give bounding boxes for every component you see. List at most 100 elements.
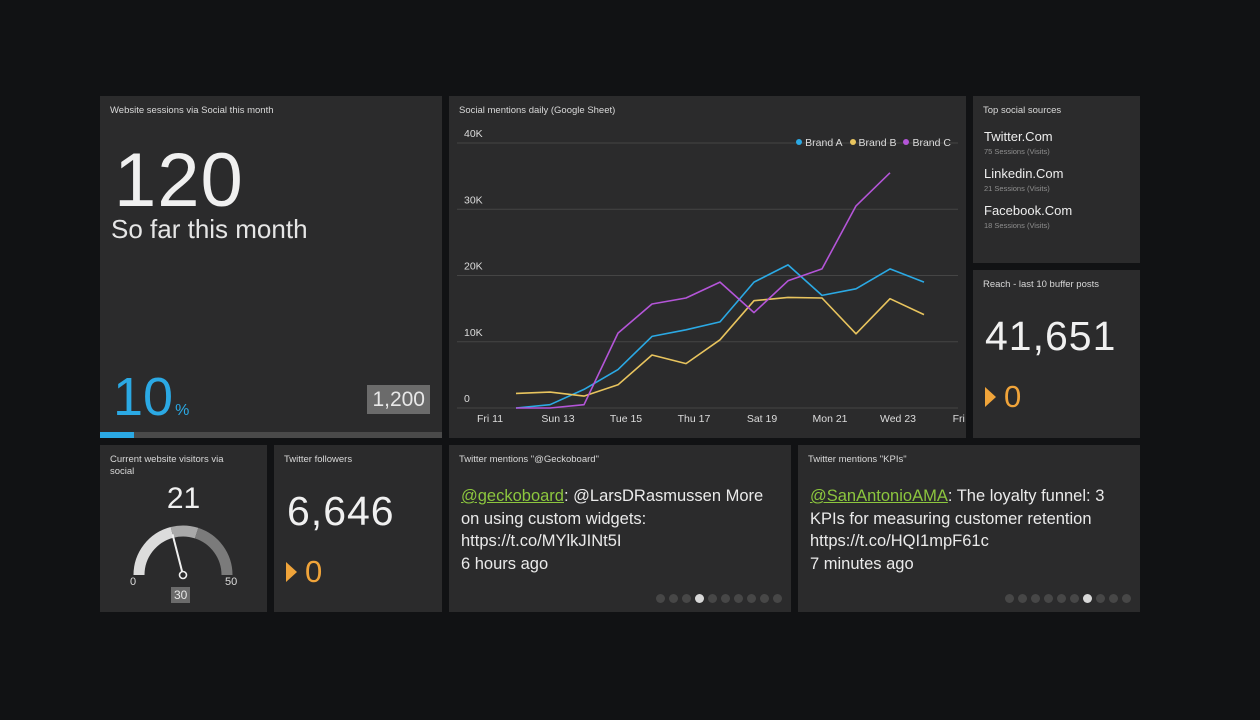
legend-label: Brand C: [912, 137, 951, 149]
pagination-dot[interactable]: [695, 594, 704, 603]
pagination-dot[interactable]: [721, 594, 730, 603]
change-value: 0: [305, 554, 323, 589]
x-tick-label: Fri 11: [477, 413, 503, 425]
pagination-dot[interactable]: [1005, 594, 1014, 603]
pagination-dot[interactable]: [760, 594, 769, 603]
gauge-arc-goal: [170, 525, 199, 539]
widget-title: Twitter mentions "@Geckoboard": [459, 454, 599, 465]
sessions-widget: Website sessions via Social this month 1…: [100, 96, 442, 438]
x-tick-label: Fri 25: [953, 413, 966, 425]
percent-unit: %: [175, 402, 190, 419]
gauge-min: 0: [130, 576, 137, 588]
pagination-dot[interactable]: [656, 594, 665, 603]
x-tick-label: Wed 23: [880, 413, 916, 425]
sessions-goal: 1,200: [367, 385, 430, 414]
source-sessions: 21 Sessions (Visits): [984, 184, 1050, 193]
tweet-time: 6 hours ago: [461, 554, 549, 573]
legend-label: Brand B: [858, 137, 897, 149]
x-tick-label: Mon 21: [812, 413, 847, 425]
x-tick-label: Tue 15: [610, 413, 642, 425]
pagination-dot[interactable]: [773, 594, 782, 603]
pagination-dot[interactable]: [708, 594, 717, 603]
twitter-mentions-kpis-widget: Twitter mentions "KPIs" @SanAntonioAMA: …: [798, 445, 1140, 612]
pagination-dots: [656, 594, 782, 603]
source-item: Linkedin.Com 21 Sessions (Visits): [984, 166, 1064, 194]
sessions-value: 120: [114, 138, 244, 223]
legend-dot: [903, 139, 910, 145]
sessions-subtitle: So far this month: [111, 214, 308, 244]
sessions-percent: 10%: [113, 368, 189, 440]
reach-value: 41,651: [985, 313, 1117, 359]
reach-change: 0: [985, 379, 1021, 415]
y-tick-label: 10K: [464, 327, 483, 339]
source-name: Linkedin.Com: [984, 166, 1064, 181]
pagination-dot[interactable]: [1031, 594, 1040, 603]
source-sessions: 75 Sessions (Visits): [984, 147, 1050, 156]
pagination-dot[interactable]: [1096, 594, 1105, 603]
tweet: @SanAntonioAMA: The loyalty funnel: 3 KP…: [810, 485, 1132, 575]
pagination-dot[interactable]: [1018, 594, 1027, 603]
followers-widget: Twitter followers 6,646 0: [274, 445, 442, 612]
series-line-brand-c: [516, 172, 891, 409]
widget-title: Twitter mentions "KPIs": [808, 454, 907, 465]
pagination-dot[interactable]: [682, 594, 691, 603]
followers-change: 0: [286, 554, 322, 590]
source-name: Facebook.Com: [984, 203, 1073, 218]
tweet: @geckoboard: @LarsDRasmussen More on usi…: [461, 485, 783, 575]
y-tick-label: 40K: [464, 128, 483, 140]
source-name: Twitter.Com: [984, 129, 1053, 144]
legend-label: Brand A: [805, 137, 843, 149]
x-tick-label: Sun 13: [541, 413, 574, 425]
source-item: Facebook.Com 18 Sessions (Visits): [984, 203, 1072, 231]
pagination-dots: [1005, 594, 1131, 603]
gauge-needle: [171, 534, 184, 576]
pagination-dot[interactable]: [1057, 594, 1066, 603]
widget-title: Twitter followers: [284, 454, 353, 465]
pagination-dot[interactable]: [1044, 594, 1053, 603]
change-value: 0: [1004, 379, 1022, 414]
x-tick-label: Thu 17: [678, 413, 711, 425]
pagination-dot[interactable]: [747, 594, 756, 603]
y-tick-label: 20K: [464, 261, 483, 273]
widget-title: Reach - last 10 buffer posts: [983, 279, 1099, 290]
pagination-dot[interactable]: [1122, 594, 1131, 603]
followers-value: 6,646: [287, 488, 395, 534]
progress-fill: [100, 432, 135, 438]
legend-dot: [849, 139, 856, 145]
tweet-time: 7 minutes ago: [810, 554, 914, 573]
gauge-arc-value: [133, 527, 174, 576]
y-tick-label: 30K: [464, 194, 483, 206]
widget-title: Social mentions daily (Google Sheet): [459, 105, 616, 116]
y-tick-label: 0: [464, 393, 470, 405]
source-item: Twitter.Com 75 Sessions (Visits): [984, 129, 1053, 157]
legend-item: Brand A: [796, 137, 843, 149]
mentions-chart-widget: 0 10K 20K 30K 40K Fri 11 Sun 13 Tue 15 Thu 17 Sat…: [449, 96, 966, 438]
x-tick-label: Sat 19: [747, 413, 778, 425]
gauge-arc-rest: [194, 527, 233, 576]
legend-dot: [796, 139, 803, 145]
top-sources-widget: Top social sources Twitter.Com 75 Sessio…: [973, 96, 1140, 263]
tweet-handle-link[interactable]: @geckoboard: [461, 487, 564, 505]
chart-legend: Brand A Brand B Brand C: [796, 137, 951, 149]
series-line-brand-a: [515, 264, 925, 409]
legend-item: Brand C: [903, 137, 951, 149]
triangle-right-icon: [985, 387, 996, 407]
pagination-dot[interactable]: [734, 594, 743, 603]
pagination-dot[interactable]: [1070, 594, 1079, 603]
visitors-gauge-widget: Current website visitors via social 21 0…: [100, 445, 267, 612]
pagination-dot[interactable]: [1109, 594, 1118, 603]
reach-widget: Reach - last 10 buffer posts 41,651 0: [973, 270, 1140, 438]
widget-title: Website sessions via Social this month: [110, 105, 274, 116]
legend-item: Brand B: [849, 137, 897, 149]
percent-value: 10: [113, 367, 174, 427]
gauge-goal: 30: [171, 587, 191, 603]
pagination-dot[interactable]: [1083, 594, 1092, 603]
widget-title: Top social sources: [983, 105, 1062, 116]
gauge-max: 50: [225, 576, 238, 588]
source-sessions: 18 Sessions (Visits): [984, 221, 1050, 230]
triangle-right-icon: [286, 562, 297, 582]
pagination-dot[interactable]: [669, 594, 678, 603]
tweet-handle-link[interactable]: @SanAntonioAMA: [810, 487, 948, 505]
series-line-brand-b: [515, 296, 925, 397]
twitter-mentions-geckoboard-widget: Twitter mentions "@Geckoboard" @geckoboa…: [449, 445, 791, 612]
